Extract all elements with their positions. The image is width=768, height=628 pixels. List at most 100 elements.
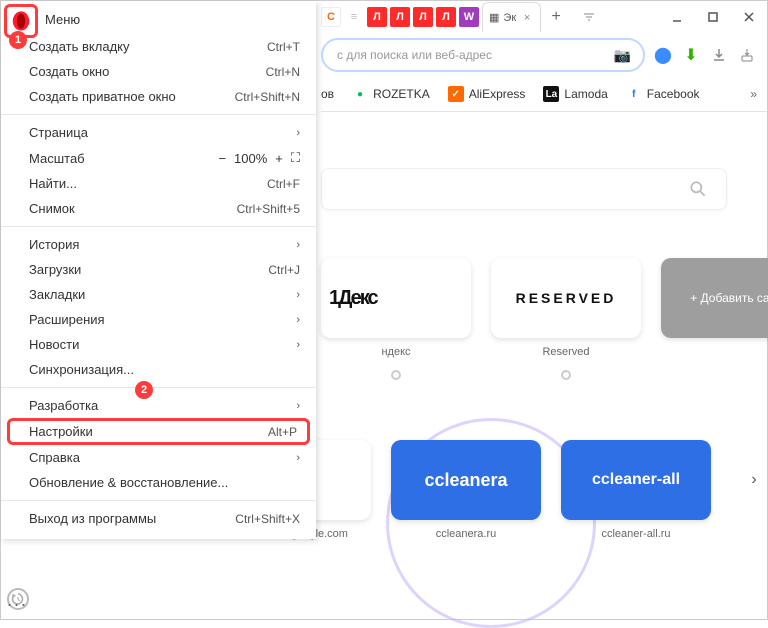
- menu-bookmarks[interactable]: Закладки›: [1, 282, 316, 307]
- address-input[interactable]: с для поиска или веб-адрес 📷: [321, 38, 645, 72]
- menu-label: История: [29, 237, 79, 252]
- annotation-badge-2: 2: [135, 381, 153, 399]
- tab-icon[interactable]: Л: [390, 7, 410, 27]
- zoom-out-icon[interactable]: −: [218, 151, 226, 166]
- tile-label: Reserved: [542, 346, 589, 358]
- tile-thumb: ccleaner-all: [561, 440, 711, 520]
- fullscreen-icon[interactable]: ⛶: [291, 150, 300, 166]
- menu-label: Справка: [29, 450, 80, 465]
- menu-shortcut: Alt+P: [268, 425, 297, 439]
- menu-shortcut: Ctrl+J: [268, 263, 300, 277]
- menu-separator: [1, 387, 316, 388]
- tab-icon[interactable]: W: [459, 7, 479, 27]
- menu-label: Настройки: [29, 424, 93, 439]
- tab-label: Эк: [503, 12, 516, 24]
- tab-strip: C ≡ Л Л Л Л W ▦ Эк × +: [321, 1, 599, 33]
- menu-label: Масштаб: [29, 151, 85, 166]
- menu-downloads[interactable]: Загрузки Ctrl+J: [1, 257, 316, 282]
- tab-icon[interactable]: C: [321, 7, 341, 27]
- tile-thumb: 1Декс: [321, 258, 471, 338]
- menu-separator: [1, 226, 316, 227]
- tile-label: ccleaner-all.ru: [601, 528, 670, 540]
- bookmark-item[interactable]: ✓ AliExpress: [448, 86, 526, 102]
- chevron-right-icon: ›: [296, 289, 300, 301]
- tab-icon[interactable]: ≡: [344, 7, 364, 27]
- menu-sync[interactable]: Синхронизация...: [1, 357, 316, 382]
- tab-icon[interactable]: Л: [413, 7, 433, 27]
- menu-label: Загрузки: [29, 262, 81, 277]
- adblock-icon[interactable]: ⬇: [681, 45, 701, 65]
- tab-menu-icon[interactable]: [579, 7, 599, 27]
- chevron-right-icon: ›: [296, 314, 300, 326]
- maximize-button[interactable]: [695, 1, 731, 33]
- tile-ccleanera[interactable]: ccleanera ccleanera.ru: [391, 440, 541, 540]
- bookmark-item[interactable]: La Lamoda: [543, 86, 607, 102]
- menu-news[interactable]: Новости›: [1, 332, 316, 357]
- tile-add-site[interactable]: + Добавить сайт: [661, 258, 768, 338]
- active-tab[interactable]: ▦ Эк ×: [482, 2, 541, 32]
- install-icon[interactable]: [737, 45, 757, 65]
- menu-zoom[interactable]: Масштаб − 100% + ⛶: [1, 145, 316, 171]
- menu-developer[interactable]: Разработка ›: [1, 393, 316, 418]
- menu-label: Новости: [29, 337, 79, 352]
- bookmark-icon: ✓: [448, 86, 464, 102]
- menu-new-tab[interactable]: Создать вкладкуCtrl+T: [1, 34, 316, 59]
- menu-snapshot[interactable]: Снимок Ctrl+Shift+5: [1, 196, 316, 221]
- bookmark-item[interactable]: f Facebook: [626, 86, 700, 102]
- tile-indicator: [561, 370, 571, 380]
- menu-label: Снимок: [29, 201, 75, 216]
- menu-shortcut: Ctrl+Shift+5: [237, 202, 300, 216]
- zoom-value: 100%: [234, 151, 267, 166]
- menu-shortcut: Ctrl+T: [267, 40, 300, 54]
- camera-icon[interactable]: 📷: [614, 47, 631, 64]
- bookmark-icon: ●: [352, 86, 368, 102]
- tile-label: ccleanera.ru: [436, 528, 497, 540]
- tile-thumb: ccleanera: [391, 440, 541, 520]
- speed-dial-icon: ▦: [489, 11, 499, 24]
- menu-history[interactable]: История›: [1, 232, 316, 257]
- menu-label: Синхронизация...: [29, 362, 134, 377]
- menu-new-private[interactable]: Создать приватное окноCtrl+Shift+N: [1, 84, 316, 109]
- menu-label: Создать окно: [29, 64, 109, 79]
- bookmark-label: AliExpress: [469, 87, 526, 101]
- menu-new-window[interactable]: Создать окно Ctrl+N: [1, 59, 316, 84]
- menu-shortcut: Ctrl+Shift+X: [235, 512, 300, 526]
- address-bar-row: с для поиска или веб-адрес 📷 ⬤ ⬇: [321, 37, 757, 73]
- menu-shortcut: Ctrl+F: [267, 177, 300, 191]
- menu-extensions[interactable]: Расширения›: [1, 307, 316, 332]
- download-icon[interactable]: [709, 45, 729, 65]
- new-tab-button[interactable]: +: [544, 5, 568, 29]
- tab-icon[interactable]: Л: [436, 7, 456, 27]
- tile-reserved[interactable]: RESERVED Reserved: [491, 258, 641, 380]
- annotation-badge-1: 1: [9, 31, 27, 49]
- menu-settings[interactable]: Настройки Alt+P: [7, 418, 310, 445]
- bookmark-icon: f: [626, 86, 642, 102]
- menu-exit[interactable]: Выход из программыCtrl+Shift+X: [1, 506, 316, 531]
- tile-yandex[interactable]: 1Декс ндекс: [321, 258, 471, 380]
- bookmark-icon: La: [543, 86, 559, 102]
- vpn-icon[interactable]: ⬤: [653, 45, 673, 65]
- tile-thumb: RESERVED: [491, 258, 641, 338]
- easy-setup-icon[interactable]: ...: [7, 590, 28, 611]
- tiles-next-icon[interactable]: ›: [742, 468, 766, 492]
- menu-label: Разработка: [29, 398, 98, 413]
- chevron-right-icon: ›: [296, 400, 300, 412]
- close-button[interactable]: [731, 1, 767, 33]
- speed-dial-search[interactable]: [321, 168, 727, 210]
- opera-main-menu: Меню Создать вкладкуCtrl+T Создать окноC…: [1, 1, 316, 539]
- menu-update-recovery[interactable]: Обновление & восстановление...: [1, 470, 316, 495]
- minimize-button[interactable]: [659, 1, 695, 33]
- tile-ccleaner-all[interactable]: ccleaner-all ccleaner-all.ru: [561, 440, 711, 540]
- zoom-in-icon[interactable]: +: [275, 151, 283, 166]
- bookmark-item[interactable]: ● ROZETKA: [352, 86, 430, 102]
- tab-icon[interactable]: Л: [367, 7, 387, 27]
- menu-find[interactable]: Найти...Ctrl+F: [1, 171, 316, 196]
- bookmark-overflow-icon[interactable]: »: [750, 87, 757, 101]
- menu-separator: [1, 114, 316, 115]
- tile-indicator: [391, 370, 401, 380]
- menu-shortcut: Ctrl+N: [266, 65, 300, 79]
- tile-thumb: + Добавить сайт: [661, 258, 768, 338]
- menu-page[interactable]: Страница›: [1, 120, 316, 145]
- menu-help[interactable]: Справка›: [1, 445, 316, 470]
- tab-close-icon[interactable]: ×: [520, 11, 534, 25]
